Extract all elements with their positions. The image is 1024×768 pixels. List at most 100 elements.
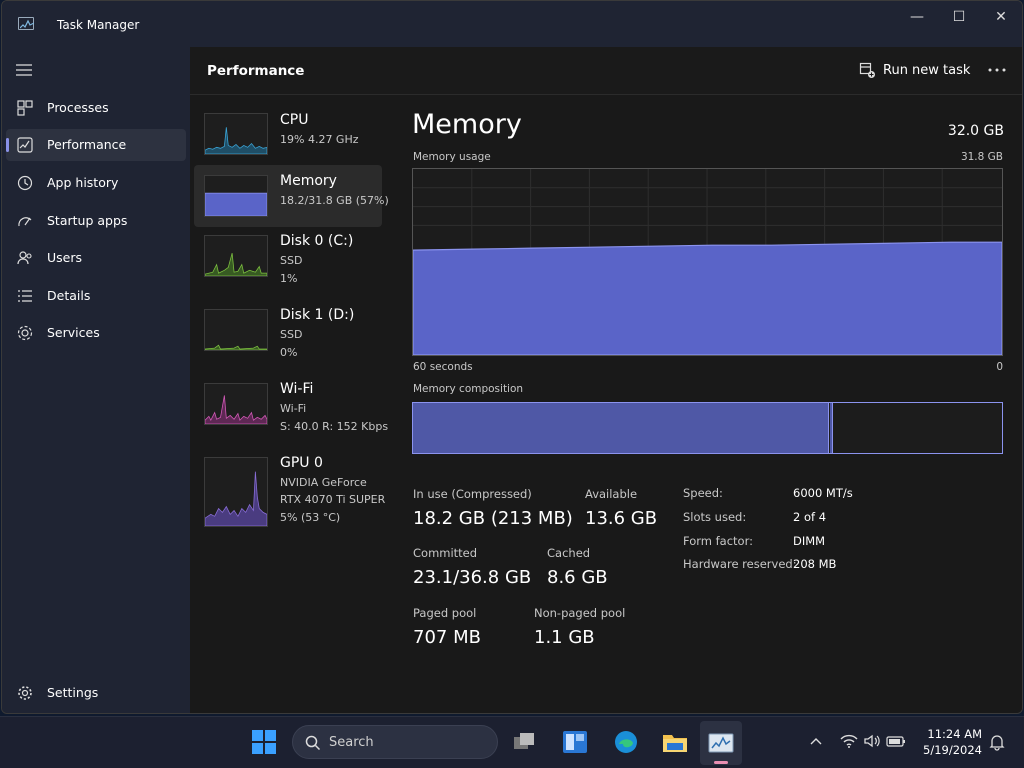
hardware-reserved-value: 208 MB	[793, 557, 837, 571]
maximize-button[interactable]: ☐	[939, 5, 979, 29]
battery-icon[interactable]	[886, 734, 906, 748]
memory-total: 32.0 GB	[947, 123, 1004, 139]
cached-label: Cached	[547, 546, 591, 560]
sidebar: Processes Performance App history Startu…	[2, 47, 190, 713]
form-factor-value: DIMM	[793, 534, 826, 548]
app-title: Task Manager	[57, 18, 140, 32]
task-manager-icon	[708, 733, 734, 753]
resource-item-disk-1[interactable]: Disk 1 (D:) SSD 0%	[194, 301, 382, 373]
memory-usage-label: Memory usage	[413, 151, 491, 163]
page-title: Performance	[207, 63, 305, 79]
sidebar-item-label: Startup apps	[47, 213, 128, 228]
available-value: 13.6 GB	[585, 508, 658, 529]
sidebar-item-label: Services	[47, 325, 100, 340]
widgets-icon[interactable]	[560, 727, 590, 757]
cpu-thumbnail-graph	[204, 113, 268, 155]
disk-1-thumbnail-graph	[204, 309, 268, 351]
sidebar-item-startup-apps[interactable]: Startup apps	[6, 205, 186, 237]
hardware-reserved-label: Hardware reserved:	[683, 557, 797, 571]
resource-list: CPU 19% 4.27 GHz Memory 18.2/31.8 GB (57…	[190, 95, 390, 713]
edge-browser-icon[interactable]	[611, 727, 641, 757]
resource-name: GPU 0	[280, 455, 323, 471]
resource-detail: SSD	[280, 328, 303, 341]
ellipsis-icon	[988, 68, 1006, 72]
speed-label: Speed:	[683, 486, 723, 500]
memory-usage-graph	[412, 168, 1003, 356]
sidebar-item-users[interactable]: Users	[6, 242, 186, 274]
run-new-task-button[interactable]: Run new task	[857, 58, 970, 84]
resource-item-memory[interactable]: Memory 18.2/31.8 GB (57%)	[194, 165, 389, 227]
speed-value: 6000 MT/s	[793, 486, 853, 500]
in-use-label: In use (Compressed)	[413, 487, 532, 501]
cached-value: 8.6 GB	[547, 567, 608, 588]
resource-name: CPU	[280, 112, 309, 128]
wifi-thumbnail-graph	[204, 383, 268, 425]
start-icon[interactable]	[249, 727, 279, 757]
more-options-button[interactable]	[985, 60, 1009, 80]
memory-detail-panel: Memory 32.0 GB Memory usage 31.8 GB 60 s…	[412, 95, 1022, 713]
title-bar: Task Manager — ☐ ✕	[2, 1, 1022, 47]
wifi-icon[interactable]	[840, 733, 858, 749]
page-header: Performance Run new task	[190, 47, 1022, 95]
nonpaged-pool-label: Non-paged pool	[534, 606, 626, 620]
resource-detail: 19% 4.27 GHz	[280, 133, 359, 146]
task-manager-app-icon	[18, 17, 34, 30]
sidebar-item-services[interactable]: Services	[6, 317, 186, 349]
minimize-button[interactable]: —	[897, 5, 937, 29]
system-clock[interactable]: 11:24 AM 5/19/2024	[918, 726, 982, 758]
taskbar-search[interactable]: Search	[292, 725, 498, 759]
sidebar-item-label: Users	[47, 250, 83, 265]
performance-icon	[17, 137, 33, 153]
memory-composition-label: Memory composition	[413, 383, 524, 395]
task-view-icon[interactable]	[509, 727, 539, 757]
volume-icon[interactable]	[863, 733, 881, 749]
sidebar-item-performance[interactable]: Performance	[6, 129, 186, 161]
slots-used-label: Slots used:	[683, 510, 747, 524]
slots-used-value: 2 of 4	[793, 510, 827, 524]
taskbar: Search 11:24 AM 5/19/2024	[0, 716, 1024, 768]
resource-name: Disk 1 (D:)	[280, 307, 355, 323]
memory-thumbnail-graph	[204, 175, 268, 217]
run-task-icon	[859, 62, 875, 78]
file-explorer-icon[interactable]	[660, 727, 690, 757]
disk-0-thumbnail-graph	[204, 235, 268, 277]
resource-detail: SSD	[280, 254, 303, 267]
resource-item-wifi[interactable]: Wi-Fi Wi-Fi S: 40.0 R: 152 Kbps	[194, 375, 388, 447]
memory-composition-bar	[412, 402, 1003, 454]
notification-bell-icon[interactable]	[989, 733, 1005, 751]
sidebar-item-app-history[interactable]: App history	[6, 167, 186, 199]
sidebar-item-settings[interactable]: Settings	[6, 677, 186, 709]
history-icon	[17, 175, 33, 191]
gear-icon	[18, 686, 32, 700]
task-manager-taskbar-button[interactable]	[700, 721, 742, 765]
paged-pool-label: Paged pool	[413, 606, 477, 620]
resource-detail: 0%	[280, 346, 298, 359]
resource-item-gpu-0[interactable]: GPU 0 NVIDIA GeForce RTX 4070 Ti SUPER 5…	[194, 449, 385, 535]
committed-label: Committed	[413, 546, 478, 560]
resource-name: Disk 0 (C:)	[280, 233, 354, 249]
clock-date: 5/19/2024	[923, 743, 982, 757]
sidebar-item-label: Processes	[47, 100, 109, 115]
resource-detail: 5% (53 °C)	[280, 511, 341, 524]
sidebar-item-processes[interactable]: Processes	[6, 92, 186, 124]
close-button[interactable]: ✕	[981, 5, 1021, 29]
resource-item-disk-0[interactable]: Disk 0 (C:) SSD 1%	[194, 227, 382, 299]
search-placeholder: Search	[329, 735, 374, 750]
chevron-up-icon[interactable]	[809, 735, 823, 749]
committed-value: 23.1/36.8 GB	[413, 567, 532, 588]
active-app-indicator	[714, 761, 728, 764]
memory-usage-max: 31.8 GB	[960, 151, 1003, 163]
resource-detail: 1%	[280, 272, 298, 285]
paged-pool-value: 707 MB	[413, 627, 481, 648]
in-use-value: 18.2 GB (213 MB)	[413, 508, 573, 529]
memory-title: Memory	[412, 109, 522, 140]
available-label: Available	[585, 487, 638, 501]
resource-item-cpu[interactable]: CPU 19% 4.27 GHz	[194, 103, 382, 165]
performance-content: CPU 19% 4.27 GHz Memory 18.2/31.8 GB (57…	[190, 95, 1022, 713]
sidebar-item-details[interactable]: Details	[6, 280, 186, 312]
sidebar-item-label: Details	[47, 288, 91, 303]
task-manager-window: Task Manager — ☐ ✕ Processes Performance…	[1, 0, 1023, 714]
menu-icon[interactable]	[16, 61, 32, 80]
sidebar-item-label: Performance	[47, 137, 127, 152]
composition-in-use	[413, 403, 829, 453]
